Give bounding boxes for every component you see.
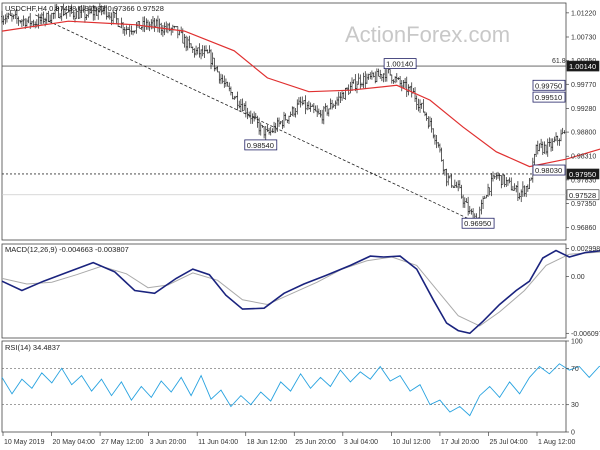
macd-title: MACD(12,26,9) -0.004663 -0.003807 [5, 245, 129, 254]
rsi-line [1, 363, 600, 417]
y-tick-label: -0.006097 [571, 331, 600, 338]
price-panel: ActionForex.com61.81.001400.985400.96950… [1, 2, 600, 241]
watermark-text: ActionForex.com [345, 22, 510, 47]
x-tick-label: 3 Jul 04:00 [344, 439, 378, 446]
rsi-panel-frame [1, 340, 567, 433]
x-tick-label: 11 Jun 04:00 [198, 439, 238, 446]
x-tick-label: 1 Aug 12:00 [538, 439, 575, 446]
rsi-panel: 100 70 30 0 RSI(14) 34.4837 [1, 339, 600, 437]
annotation-label: 0.99510 [535, 93, 562, 102]
annotation-label: 0.96950 [464, 219, 491, 228]
price-title: USDCHF,H4 0.97438 0.97583 0.97366 0.9752… [5, 4, 164, 13]
fib-label: 61.8 [552, 58, 566, 65]
macd-panel: 0.002998 0.00 -0.006097 MACD(12,26,9) -0.00… [1, 243, 600, 339]
y-tick-label: 30 [571, 402, 579, 409]
y-tick-label: 0.002998 [571, 246, 600, 253]
right-price-tag: 0.97528 [566, 189, 600, 201]
y-tick-label: 0.96860 [571, 225, 596, 232]
annotation-label: 1.00140 [386, 60, 413, 69]
x-tick-label: 25 Jul 04:00 [489, 439, 527, 446]
right-price-tag: 0.97950 [566, 168, 600, 180]
signal-line [1, 251, 600, 327]
right-tag-label: 0.97950 [569, 170, 596, 179]
annotation-label: 0.98030 [535, 166, 562, 175]
y-tick-label: 0.00 [571, 274, 585, 281]
x-tick-label: 25 Jun 20:00 [295, 439, 336, 446]
x-tick-label: 20 May 04:00 [53, 439, 96, 446]
y-tick-label: 0.99770 [571, 82, 596, 89]
price-annotation: 0.98030 [532, 164, 566, 176]
macd-panel-frame [1, 243, 567, 339]
annotation-label: 0.99750 [535, 81, 562, 90]
y-tick-label: 0.99280 [571, 106, 596, 113]
price-annotation: 1.00140 [383, 58, 417, 70]
chart-canvas: ActionForex.com61.81.001400.985400.96950… [1, 2, 600, 446]
x-axis: 10 May 2019 20 May 04:00 27 May 12:00 3 Jun… [2, 432, 575, 446]
macd-line [1, 249, 600, 335]
x-tick-label: 10 May 2019 [4, 439, 45, 446]
y-tick-label: 100 [571, 339, 583, 346]
y-tick-label: 0.98310 [571, 154, 596, 161]
y-tick-label: 0 [571, 430, 575, 437]
price-annotation: 0.99510 [532, 91, 566, 103]
x-tick-label: 10 Jul 12:00 [392, 439, 430, 446]
moving-average-line [1, 20, 600, 168]
price-annotation: 0.98540 [244, 139, 278, 151]
right-price-tag: 1.00140 [566, 60, 600, 72]
x-tick-label: 17 Jul 20:00 [441, 439, 479, 446]
y-tick-label: 1.00730 [571, 34, 596, 41]
x-tick-label: 3 Jun 20:00 [150, 439, 187, 446]
y-tick-label: 70 [571, 366, 579, 373]
price-annotation: 0.96950 [461, 217, 495, 229]
right-tag-label: 1.00140 [569, 62, 596, 71]
annotation-label: 0.98540 [247, 141, 274, 150]
price-annotation: 0.99750 [532, 79, 566, 91]
y-tick-label: 1.01220 [571, 10, 596, 17]
right-tag-label: 0.97528 [569, 191, 596, 200]
x-tick-label: 27 May 12:00 [101, 439, 144, 446]
y-tick-label: 0.97350 [571, 201, 596, 208]
y-tick-label: 0.98800 [571, 130, 596, 137]
x-tick-label: 18 Jun 12:00 [247, 439, 288, 446]
rsi-title: RSI(14) 34.4837 [5, 343, 60, 352]
